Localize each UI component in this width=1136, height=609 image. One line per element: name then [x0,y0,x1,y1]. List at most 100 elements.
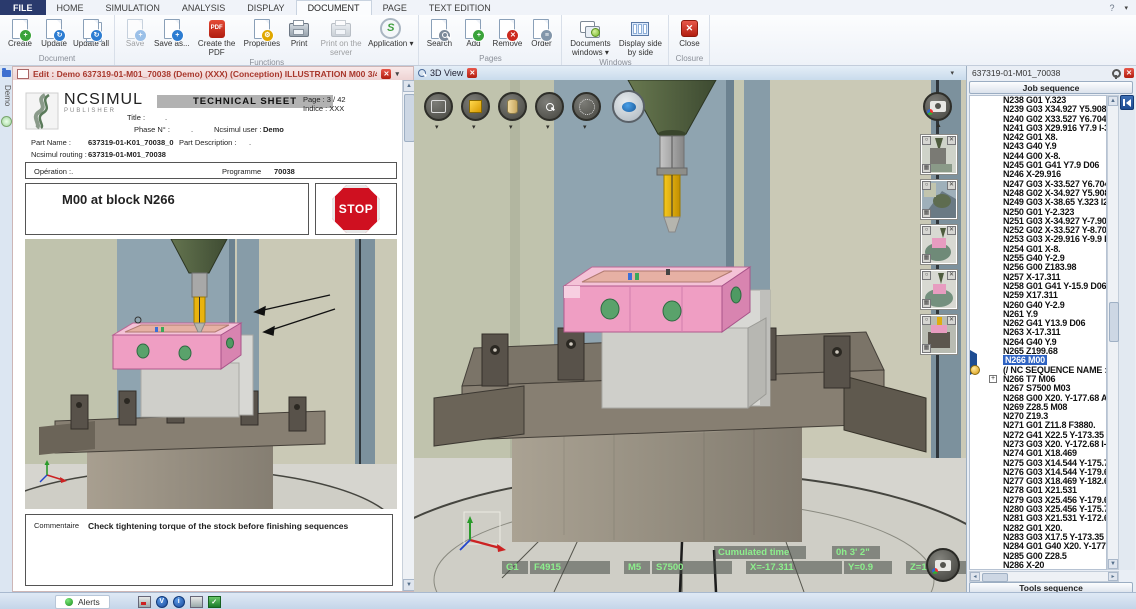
documents-windows-button[interactable]: Documents windows ▾ [565,16,615,58]
snapshot-button[interactable] [923,92,952,121]
snapshot-caret[interactable]: ▲ [935,122,942,129]
view-mode-caret[interactable]: ▾ [435,123,439,131]
gcode-vertical-scrollbar[interactable]: ▲ ▼ [1107,95,1119,570]
viewer-menu-caret[interactable]: ▾ [950,69,966,77]
snapshot-thumbnail-1[interactable]: ○ ✕ ▦ [920,134,958,175]
scroll-thumb[interactable] [982,573,1008,582]
ribbon-collapse-icon[interactable]: ▾ [1124,4,1128,12]
folder-icon[interactable] [2,70,11,77]
info-icon[interactable]: i [173,596,185,608]
application-button[interactable]: SApplication ▾ [366,16,415,49]
thumb-grid-icon[interactable]: ▦ [922,254,931,263]
solid-view-button[interactable] [461,92,490,121]
scroll-down-icon[interactable]: ▼ [1108,559,1118,569]
thumb-zoom-icon[interactable]: ○ [922,181,931,190]
document-menu-caret[interactable]: ▾ [395,70,413,78]
ribbon-tab-simulation[interactable]: SIMULATION [95,0,171,15]
gcode-horizontal-scrollbar[interactable]: ◂ ▸ [969,571,1119,582]
documents-windows-icon [580,21,600,37]
update-all-button[interactable]: ↻Update all [71,16,111,49]
scroll-up-icon[interactable]: ▲ [1108,96,1118,106]
phase-label: Phase N° : [134,125,170,134]
thumb-close-icon[interactable]: ✕ [947,181,956,190]
thumb-zoom-icon[interactable]: ○ [922,226,931,235]
thumb-grid-icon[interactable]: ▦ [922,164,931,173]
print-on-the-server-button[interactable]: Print on the server [316,16,366,58]
selection-button[interactable] [572,92,601,121]
ribbon-tab-display[interactable]: DISPLAY [236,0,295,15]
thumb-close-icon[interactable]: ✕ [947,136,956,145]
thumb-zoom-icon[interactable]: ○ [922,271,931,280]
go-to-first-button[interactable] [1120,95,1134,110]
comment-box[interactable]: Commentaire Check tightening torque of t… [25,514,393,586]
snapshot-thumbnail-3[interactable]: ○ ✕ ▦ [920,224,958,265]
print-button[interactable]: Print [282,16,316,49]
view-mode-button[interactable] [424,92,453,121]
scroll-right-icon[interactable]: ▸ [1108,572,1118,581]
search-button[interactable]: Search [422,16,456,49]
thumb-grid-icon[interactable]: ▦ [922,209,931,218]
recycle-icon[interactable] [1,116,12,127]
properties-button[interactable]: ⚙Properties [242,16,282,49]
alerts-chip[interactable]: Alerts [55,595,110,609]
snapshot-thumbnail-4[interactable]: ○ ✕ ▦ [920,269,958,310]
operation-box: Opération :. Programme 70038 [25,162,397,179]
snapshot-thumbnail-2[interactable]: ○ ✕ ▦ [920,179,958,220]
technical-sheet-page[interactable]: NCSIMUL PUBLISHER TECHNICAL SHEET Page :… [13,80,402,591]
remove-button[interactable]: ✕Remove [490,16,524,49]
nc-status-segment: M5 [624,561,650,574]
gcode-list[interactable]: N238 G01 Y.323N239 G03 X34.927 Y5.908N24… [969,95,1107,570]
job-sequence-header[interactable]: Job sequence [969,81,1133,94]
save-button[interactable]: +Save [118,16,152,49]
help-icon[interactable]: ? [1109,3,1114,13]
viewer-tab-label[interactable]: 3D View [430,68,463,78]
selection-caret[interactable]: ▾ [583,123,587,131]
thumb-grid-icon[interactable]: ▦ [922,299,931,308]
thumb-zoom-icon[interactable]: ○ [922,316,931,325]
create-the-pdf-button[interactable]: PDFCreate the PDF [192,16,242,58]
ribbon-tab-page[interactable]: PAGE [372,0,418,15]
ribbon-tab-analysis[interactable]: ANALYSIS [171,0,236,15]
order-button[interactable]: ≡Order [524,16,558,49]
indice: Indice : XXX [303,104,344,113]
scroll-thumb[interactable] [1109,302,1119,342]
thumb-close-icon[interactable]: ✕ [947,226,956,235]
document-close-icon[interactable]: ✕ [381,69,391,79]
ok-status-icon[interactable]: ✓ [208,596,221,608]
version-icon[interactable]: V [156,596,168,608]
gcode-line[interactable]: N260 G40 Y-2.9 [970,301,1106,310]
scroll-left-icon[interactable]: ◂ [970,572,980,581]
gcode-line[interactable]: N286 X-20 [970,561,1106,570]
ribbon-tab-text-edition[interactable]: TEXT EDITION [418,0,502,15]
create-button[interactable]: +Create [3,16,37,49]
thumb-zoom-icon[interactable]: ○ [922,136,931,145]
panel-close-icon[interactable]: ✕ [1124,68,1134,78]
refresh-view-button[interactable] [612,90,645,123]
thumb-grid-icon[interactable]: ▦ [922,344,931,353]
save-as--button[interactable]: +Save as... [152,16,192,49]
thumb-close-icon[interactable]: ✕ [947,316,956,325]
display-side-by-side-button[interactable]: Display side by side [615,16,665,58]
pin-icon[interactable] [1112,69,1121,78]
stock-view-caret[interactable]: ▾ [509,123,513,131]
page-add-icon: + [465,19,481,39]
ribbon-tab-document[interactable]: DOCUMENT [296,0,372,15]
solid-view-caret[interactable]: ▾ [472,123,476,131]
snapshot-thumbnail-5[interactable]: ○ ✕ ▦ [920,314,958,355]
machine-monitor-icon[interactable] [138,596,151,608]
ribbon-tab-file[interactable]: FILE [0,0,46,15]
stock-view-button[interactable] [498,92,527,121]
display-icon[interactable] [190,596,203,608]
expand-icon[interactable]: + [989,375,997,383]
machine-3d-viewport[interactable]: ▾ ▾ ▾ ▾ ▾ ▲ ○ ✕ ▦ ○ ✕ ▦ ○ ✕ [414,80,966,592]
zoom-caret[interactable]: ▾ [546,123,550,131]
demo-tab[interactable]: Demo [0,85,12,106]
ribbon-tab-home[interactable]: HOME [46,0,95,15]
record-camera-button[interactable] [926,548,960,582]
add-button[interactable]: +Add [456,16,490,49]
thumb-close-icon[interactable]: ✕ [947,271,956,280]
update-button[interactable]: ↻Update [37,16,71,49]
zoom-button[interactable] [535,92,564,121]
close-button[interactable]: ✕Close [672,16,706,49]
viewer-close-icon[interactable]: ✕ [467,68,477,78]
